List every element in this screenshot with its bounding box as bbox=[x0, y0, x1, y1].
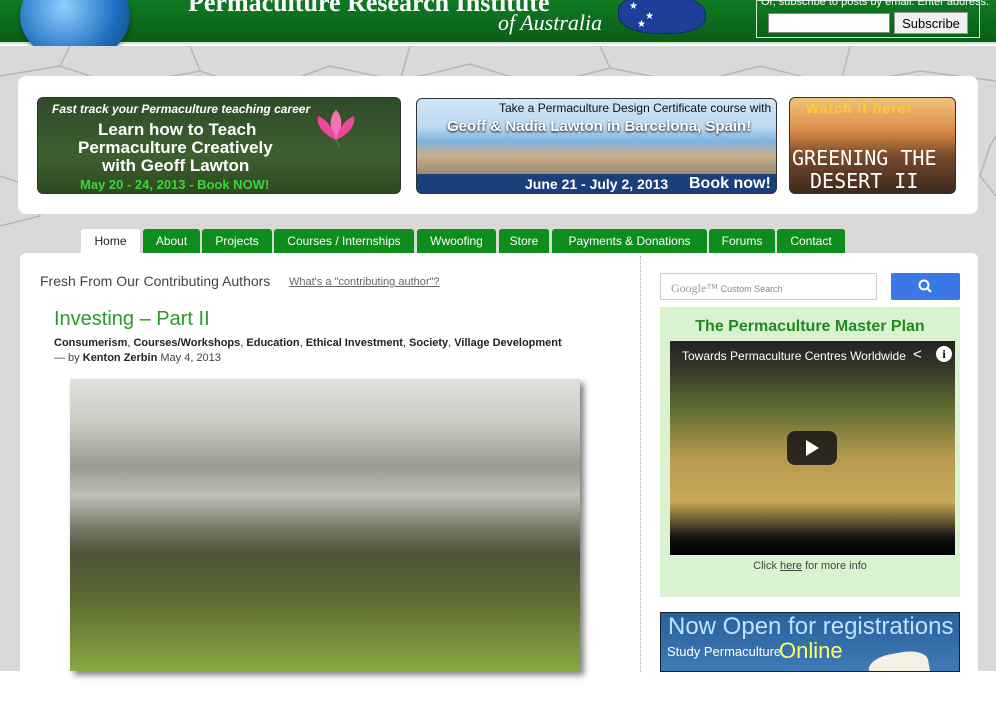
more-info-prefix: Click bbox=[753, 560, 777, 572]
category-link[interactable]: Consumerism bbox=[54, 337, 127, 349]
greening-desert-banner[interactable]: Watch it here! GREENING THE DESERT II bbox=[789, 97, 956, 194]
barcelona-course-banner[interactable]: Take a Permaculture Design Certificate c… bbox=[416, 98, 777, 194]
widget-title: The Permaculture Master Plan bbox=[695, 318, 925, 335]
banner-headline-1: Learn how to Teach bbox=[98, 120, 257, 139]
category-link[interactable]: Society bbox=[409, 337, 448, 349]
more-info-text: Click here for more info bbox=[660, 560, 960, 572]
banner-headline-2: Permaculture Creatively bbox=[78, 138, 273, 157]
banner-date: June 21 - July 2, 2013 bbox=[525, 176, 669, 192]
australia-map-icon: ★ ★ ★ bbox=[618, 0, 706, 34]
more-info-suffix: for more info bbox=[805, 560, 867, 572]
graduation-hat-icon bbox=[866, 648, 932, 671]
post-byline: — by Kenton Zerbin May 4, 2013 bbox=[54, 352, 221, 364]
post-date: May 4, 2013 bbox=[160, 352, 221, 364]
search-button[interactable] bbox=[891, 273, 960, 300]
banner-headline: Geoff & Nadia Lawton in Barcelona, Spain… bbox=[447, 118, 752, 135]
category-link[interactable]: Education bbox=[246, 337, 299, 349]
registration-title: Now Open for registrations bbox=[668, 613, 954, 640]
lotus-flower-icon bbox=[317, 110, 355, 148]
tab-wwoofing[interactable]: Wwoofing bbox=[417, 229, 496, 254]
category-link[interactable]: Courses/Workshops bbox=[133, 337, 240, 349]
banner-tagline: Fast track your Permaculture teaching ca… bbox=[52, 102, 311, 116]
tab-contact[interactable]: Contact bbox=[777, 229, 845, 254]
column-divider bbox=[640, 256, 641, 672]
tab-forums[interactable]: Forums bbox=[709, 229, 775, 254]
search-icon bbox=[918, 279, 932, 293]
subscribe-instructions: Or, subscribe to posts by email. Enter a… bbox=[761, 0, 990, 8]
banner-headline-1: GREENING THE bbox=[792, 146, 937, 170]
info-icon[interactable]: i bbox=[936, 346, 952, 362]
tab-about[interactable]: About bbox=[143, 229, 200, 254]
banner-headline-3: with Geoff Lawton bbox=[102, 156, 250, 175]
site-header: Permaculture Research Institute of Austr… bbox=[0, 0, 996, 62]
banner-tagline: Take a Permaculture Design Certificate c… bbox=[499, 101, 772, 115]
email-field[interactable] bbox=[768, 13, 890, 33]
site-subtitle: of Australia bbox=[498, 10, 603, 35]
search-placeholder-text: Custom Search bbox=[720, 284, 783, 294]
byline-prefix: — by bbox=[54, 352, 80, 364]
registration-subtitle: Study Permaculture bbox=[667, 644, 782, 659]
google-logo: Google™ bbox=[671, 281, 719, 295]
registration-banner[interactable]: Now Open for registrations Study Permacu… bbox=[660, 612, 960, 672]
subscribe-button[interactable]: Subscribe bbox=[894, 12, 968, 34]
video-player[interactable]: Towards Permaculture Centres Worldwide <… bbox=[670, 341, 955, 555]
book-now-link[interactable]: Book now! bbox=[689, 175, 771, 193]
tab-courses-internships[interactable]: Courses / Internships bbox=[274, 229, 414, 254]
tab-home[interactable]: Home bbox=[81, 229, 140, 255]
watch-link[interactable]: Watch it here! bbox=[806, 100, 912, 116]
search-input[interactable]: Google™ Custom Search bbox=[660, 273, 877, 300]
contributing-author-link[interactable]: What's a "contributing author"? bbox=[289, 276, 440, 288]
author-link[interactable]: Kenton Zerbin bbox=[83, 352, 158, 364]
banner-headline-2: DESERT II bbox=[810, 169, 919, 193]
site-title[interactable]: Permaculture Research Institute bbox=[188, 0, 550, 18]
subscribe-box: Or, subscribe to posts by email. Enter a… bbox=[756, 0, 989, 38]
teaching-course-banner[interactable]: Fast track your Permaculture teaching ca… bbox=[37, 97, 401, 194]
category-link[interactable]: Ethical Investment bbox=[306, 337, 403, 349]
tab-payments-donations[interactable]: Payments & Donations bbox=[552, 229, 707, 254]
more-info-link[interactable]: here bbox=[780, 560, 802, 572]
category-link[interactable]: Village Development bbox=[454, 337, 561, 349]
post-title[interactable]: Investing – Part II bbox=[54, 308, 210, 331]
registration-online: Online bbox=[779, 638, 843, 663]
video-title[interactable]: Towards Permaculture Centres Worldwide bbox=[682, 349, 912, 363]
search-placeholder: Google™ Custom Search bbox=[671, 281, 783, 296]
post-image[interactable] bbox=[70, 379, 580, 671]
section-heading: Fresh From Our Contributing Authors bbox=[40, 273, 271, 289]
play-button[interactable] bbox=[787, 431, 837, 465]
master-plan-widget: The Permaculture Master Plan Towards Per… bbox=[660, 307, 960, 597]
tab-projects[interactable]: Projects bbox=[202, 229, 272, 254]
play-icon bbox=[806, 440, 819, 456]
post-categories: Consumerism, Courses/Workshops, Educatio… bbox=[54, 337, 562, 349]
share-icon[interactable]: < bbox=[913, 346, 922, 363]
banner-date: May 20 - 24, 2013 - Book NOW! bbox=[80, 177, 270, 192]
tab-store[interactable]: Store bbox=[499, 229, 549, 254]
